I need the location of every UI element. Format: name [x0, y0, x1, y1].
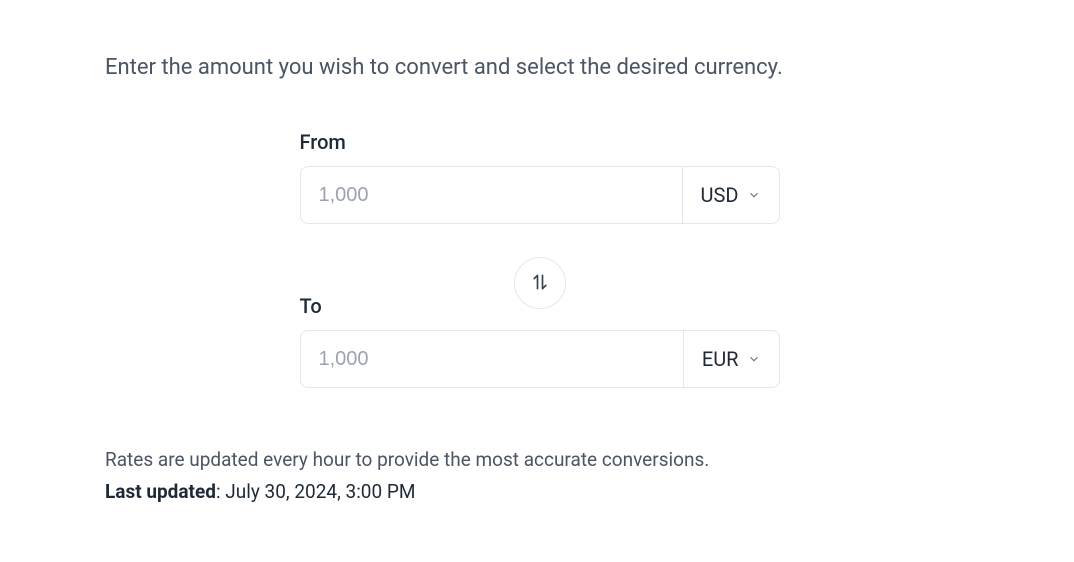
currency-converter: From USD To EUR — [300, 130, 780, 388]
chevron-down-icon — [747, 188, 761, 202]
last-updated-value: : July 30, 2024, 3:00 PM — [216, 480, 416, 503]
to-currency-select[interactable]: EUR — [683, 331, 779, 387]
from-currency-code: USD — [701, 183, 739, 207]
intro-text: Enter the amount you wish to convert and… — [105, 55, 974, 80]
last-updated-text: Last updated: July 30, 2024, 3:00 PM — [105, 480, 974, 503]
from-input-group: USD — [300, 166, 780, 224]
from-label: From — [300, 130, 780, 154]
to-input-group: EUR — [300, 330, 780, 388]
from-currency-select[interactable]: USD — [682, 167, 779, 223]
to-amount-input[interactable] — [301, 331, 683, 387]
last-updated-label: Last updated — [105, 480, 216, 503]
swap-arrows-icon — [530, 272, 550, 295]
from-amount-input[interactable] — [301, 167, 682, 223]
chevron-down-icon — [747, 352, 761, 366]
swap-button[interactable] — [514, 257, 566, 309]
swap-row: To — [300, 248, 780, 318]
to-currency-code: EUR — [702, 347, 739, 371]
to-label: To — [300, 294, 322, 318]
rates-info-text: Rates are updated every hour to provide … — [105, 444, 974, 476]
